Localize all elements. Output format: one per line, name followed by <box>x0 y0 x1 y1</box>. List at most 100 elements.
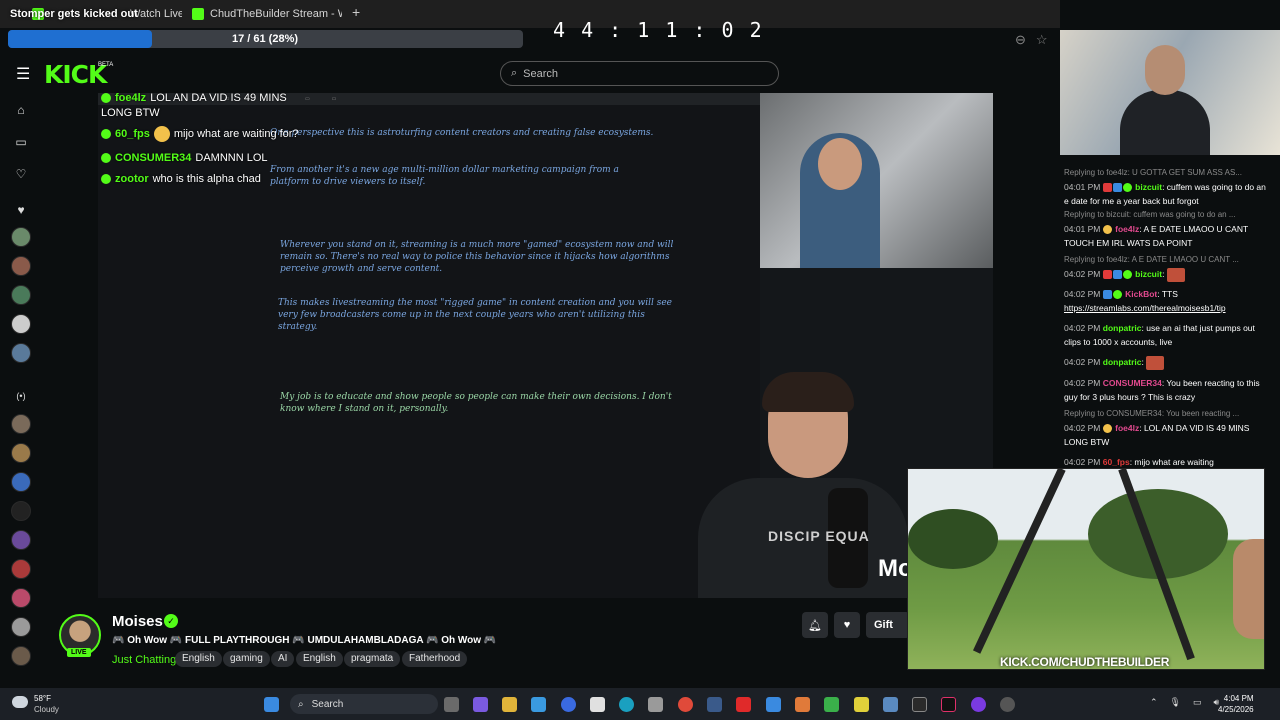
windows-start-icon[interactable] <box>264 697 279 712</box>
copilot-icon[interactable] <box>473 697 488 712</box>
drawing-paragraph: One perspective this is astroturfing con… <box>270 128 654 138</box>
file-explorer-icon[interactable] <box>502 697 517 712</box>
chat-username[interactable]: CONSUMER34 <box>1103 378 1162 388</box>
chat-username[interactable]: foe4lz <box>1115 423 1139 433</box>
channel-url-watermark: KICK.COM/CHUDTHEBUILDER <box>1000 655 1170 669</box>
taskbar-clock[interactable]: 4:04 PM 4/25/2026 <box>1218 693 1254 715</box>
browse-icon[interactable]: ▭ <box>10 131 32 153</box>
followed-channel-avatar[interactable] <box>11 256 31 276</box>
edge-icon[interactable] <box>619 697 634 712</box>
streamer-name[interactable]: Moises <box>112 613 163 630</box>
stream-tag[interactable]: gaming <box>223 651 270 667</box>
calculator-icon[interactable] <box>648 697 663 712</box>
tree <box>908 509 998 569</box>
tiktok-icon[interactable] <box>941 697 956 712</box>
app-icon[interactable] <box>883 697 898 712</box>
chat-message-item: 04:02 PM donpatric: <box>1064 355 1270 370</box>
recommended-channel-avatar[interactable] <box>11 472 31 492</box>
xbox-icon[interactable] <box>824 697 839 712</box>
recommended-channel-avatar[interactable] <box>11 443 31 463</box>
chat-text: : <box>1141 357 1144 367</box>
app-icon[interactable] <box>766 697 781 712</box>
new-tab-button[interactable]: + <box>352 4 360 20</box>
chat-username[interactable]: donpatric <box>1103 323 1142 333</box>
video-player[interactable]: ▭ ▭ ▭ ▭ ▭ ▭ One perspective this is astroturf… <box>98 93 993 598</box>
chat-timestamp: 04:02 PM <box>1064 289 1101 299</box>
reply-context: Replying to CONSUMER34: You been reactin… <box>1064 409 1240 418</box>
video-chat-line: zootor who is this alpha chad <box>101 173 261 185</box>
stream-title: 🎮 Oh Wow 🎮 FULL PLAYTHROUGH 🎮 UMDULAHAMB… <box>112 635 497 646</box>
gift-sub-button[interactable]: Gift <box>866 612 910 638</box>
chat-message: LONG BTW <box>101 107 160 119</box>
chat-username[interactable]: donpatric <box>1103 357 1142 367</box>
bookmark-star-icon[interactable]: ☆ <box>1036 32 1048 48</box>
tab-label: ChudTheBuilder Stream - Wat <box>210 8 342 20</box>
stream-tag[interactable]: English <box>175 651 222 667</box>
chat-username[interactable]: bizcuit <box>1135 182 1162 192</box>
browser-tab-chudthebuilder[interactable]: ChudTheBuilder Stream - Wat ✕ <box>192 4 342 24</box>
logo-beta-label: BETA <box>98 62 114 68</box>
reader-mode-icon[interactable]: ⊖ <box>1015 32 1026 48</box>
search-placeholder: Search <box>523 67 559 80</box>
amazon-icon[interactable] <box>590 697 605 712</box>
followed-channel-avatar[interactable] <box>11 227 31 247</box>
recommended-channel-avatar[interactable] <box>11 530 31 550</box>
cloud-icon[interactable] <box>12 696 28 708</box>
recommended-channel-avatar[interactable] <box>11 588 31 608</box>
chat-username[interactable]: KickBot <box>1125 289 1157 299</box>
video-chat-line: foe4lz LOL AN DA VID IS 49 MINS <box>101 92 287 104</box>
reply-context: Replying to bizcuit: cuffem was going to… <box>1064 210 1236 219</box>
hamburger-menu-icon[interactable]: ☰ <box>16 64 30 84</box>
facebook-icon[interactable] <box>561 697 576 712</box>
chat-badge-icon <box>101 153 111 163</box>
follow-heart-button[interactable]: ♥ <box>834 612 860 638</box>
chevron-up-icon[interactable]: ⌃ <box>1150 697 1158 708</box>
youtube-icon[interactable] <box>736 697 751 712</box>
recommended-channel-avatar[interactable] <box>11 646 31 666</box>
reply-context: Replying to foe4lz: U GOTTA GET SUM ASS … <box>1064 168 1242 177</box>
taskbar-search[interactable]: ⌕ Search <box>290 694 438 714</box>
recommended-channel-avatar[interactable] <box>11 501 31 521</box>
emote-icon <box>1146 355 1165 370</box>
obs-icon[interactable] <box>1000 697 1015 712</box>
chrome-icon[interactable] <box>678 697 693 712</box>
store-icon[interactable] <box>531 697 546 712</box>
recommended-channel-avatar[interactable] <box>11 559 31 579</box>
chat-username[interactable]: foe4lz <box>1115 224 1139 234</box>
weather-temperature[interactable]: 58°F <box>34 694 51 703</box>
network-icon[interactable]: ▭ <box>1193 697 1202 708</box>
guest-head <box>818 138 862 190</box>
followed-channel-avatar[interactable] <box>11 343 31 363</box>
app-icon[interactable] <box>971 697 986 712</box>
stream-tag[interactable]: English <box>296 651 343 667</box>
microphone-icon[interactable]: 🎙︎ <box>1170 697 1181 708</box>
chat-message-item: Replying to foe4lz: A E DATE LMAOO U CAN… <box>1064 253 1270 282</box>
chat-username[interactable]: 60_fps <box>1103 457 1130 467</box>
home-icon[interactable]: ⌂ <box>10 99 32 121</box>
chat-username[interactable]: bizcuit <box>1135 269 1162 279</box>
task-view-icon[interactable] <box>444 697 459 712</box>
tip-link[interactable]: https://streamlabs.com/therealmoisesb1/t… <box>1064 303 1226 313</box>
search-input[interactable]: ⌕ Search <box>500 61 779 86</box>
stream-tag[interactable]: Fatherhood <box>402 651 468 667</box>
recommended-channel-avatar[interactable] <box>11 617 31 637</box>
chat-badge-icon <box>1102 424 1112 434</box>
recommended-channel-avatar[interactable] <box>11 414 31 434</box>
followed-channel-avatar[interactable] <box>11 314 31 334</box>
stream-category-link[interactable]: Just Chatting <box>112 654 176 666</box>
weather-description[interactable]: Cloudy <box>34 705 59 714</box>
drawing-paragraph: This makes livestreaming the most "rigge… <box>278 298 673 332</box>
steam-icon[interactable] <box>707 697 722 712</box>
followed-channel-avatar[interactable] <box>11 285 31 305</box>
clock-time: 4:04 PM <box>1223 694 1254 703</box>
app-icon[interactable] <box>795 697 810 712</box>
guest-webcam <box>760 93 993 268</box>
notification-bell-button[interactable]: 🔔︎ <box>802 612 828 638</box>
app-icon[interactable] <box>912 697 927 712</box>
stream-tag[interactable]: pragmata <box>344 651 401 667</box>
stream-tag[interactable]: AI <box>271 651 295 667</box>
sticky-notes-icon[interactable] <box>854 697 869 712</box>
chat-badge-icon <box>1112 270 1122 280</box>
address-bar-icons: ⊖ ☆ <box>1015 32 1048 48</box>
following-heart-icon[interactable]: ♡ <box>10 163 32 185</box>
